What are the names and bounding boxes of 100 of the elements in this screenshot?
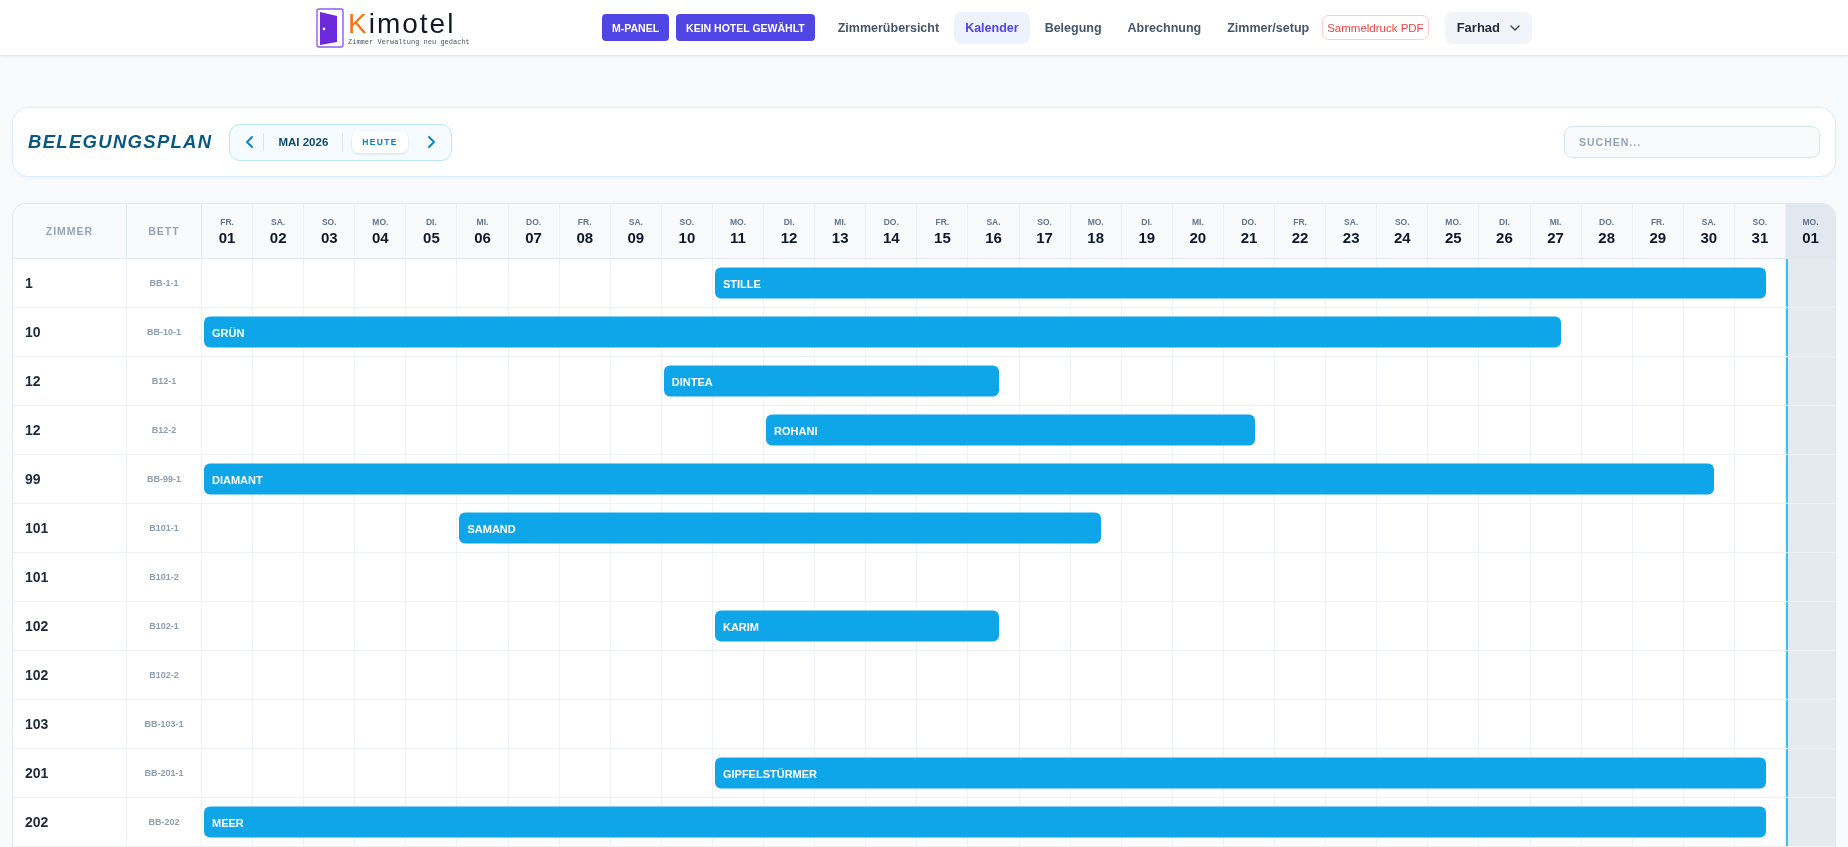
weekday-label: DI.	[783, 216, 795, 227]
day-number: 28	[1598, 228, 1615, 246]
day-number: 05	[423, 228, 440, 246]
weekday-label: MO.	[1445, 216, 1462, 227]
weekday-label: DI.	[1141, 216, 1153, 227]
day-number: 07	[525, 228, 542, 246]
day-number: 27	[1547, 228, 1564, 246]
weekday-label: SO.	[1394, 216, 1410, 227]
bed-label: B101-2	[149, 572, 179, 582]
weekday-label: SO.	[1752, 216, 1768, 227]
bed-label: BB-10-1	[147, 327, 181, 337]
bed-label: B102-1	[149, 621, 179, 631]
room-number: 102	[25, 667, 49, 683]
booking-bar[interactable]: DIAMANT	[204, 463, 1715, 495]
day-number: 31	[1751, 228, 1769, 246]
day-number: 21	[1240, 228, 1258, 246]
day-number: 30	[1700, 228, 1718, 246]
room-number: 101	[25, 569, 49, 585]
day-number: 26	[1496, 228, 1513, 246]
weekday-label: DO.	[883, 216, 899, 227]
weekday-label: MI.	[834, 216, 847, 227]
day-number: 22	[1291, 228, 1309, 246]
weekday-label: SO.	[1037, 216, 1052, 227]
search-field[interactable]: SUCHEN...	[1564, 126, 1820, 158]
weekday-label: SA.	[1344, 216, 1359, 227]
weekday-label: MO.	[1087, 216, 1104, 227]
weekday-label: DI.	[426, 216, 437, 227]
bed-label: BB-103-1	[144, 719, 184, 729]
day-number: 19	[1138, 228, 1156, 246]
day-number: 08	[576, 228, 594, 246]
weekday-label: MO.	[1802, 216, 1819, 227]
booking-bar[interactable]: DINTEA	[663, 365, 1000, 397]
room-number: 1	[25, 275, 33, 291]
day-number: 10	[678, 228, 696, 246]
header-button[interactable]: M-PANEL	[602, 14, 670, 41]
weekday-label: SA.	[271, 216, 286, 227]
day-number: 23	[1342, 228, 1360, 246]
room-number: 103	[25, 716, 49, 732]
weekday-label: MO.	[729, 216, 747, 227]
bed-label: B12-1	[151, 376, 177, 386]
booking-bar[interactable]: KARIM	[714, 610, 1000, 642]
weekday-label: SA.	[986, 216, 1001, 227]
column-header: BETT	[148, 225, 180, 237]
room-number: 202	[25, 814, 49, 830]
weekday-label: MI.	[476, 216, 489, 227]
booking-bar[interactable]: MEER	[204, 806, 1766, 838]
booking-bar[interactable]: ROHANI	[766, 414, 1255, 446]
weekday-label: FR.	[935, 216, 950, 227]
room-number: 12	[25, 422, 41, 438]
day-number: 13	[831, 228, 849, 246]
today-button[interactable]: HEUTE	[352, 131, 408, 153]
room-number: 10	[25, 324, 41, 340]
day-number: 02	[269, 228, 287, 246]
bed-label: B12-2	[151, 425, 177, 435]
nav-tab[interactable]: Belegung	[1033, 11, 1113, 44]
day-number: 01	[1802, 228, 1819, 246]
day-number: 06	[474, 228, 491, 246]
booking-bar[interactable]: SAMAND	[459, 512, 1102, 544]
room-number: 102	[25, 618, 49, 634]
room-number: 99	[25, 471, 41, 487]
day-number: 24	[1393, 228, 1411, 246]
bed-label: BB-201-1	[144, 768, 184, 778]
day-number: 09	[627, 228, 645, 246]
weekday-label: SO.	[679, 216, 695, 227]
door-icon	[316, 7, 344, 48]
day-number: 14	[882, 228, 900, 246]
weekday-label: MO.	[372, 216, 389, 227]
bed-label: B102-2	[149, 670, 179, 680]
weekday-label: FR.	[577, 216, 592, 227]
weekday-label: MI.	[1191, 216, 1204, 227]
weekday-label: SA.	[1701, 216, 1716, 227]
user-menu-button[interactable]: Farhad	[1444, 11, 1532, 44]
bed-label: BB-202	[148, 817, 180, 827]
day-number: 17	[1036, 228, 1053, 246]
header-button[interactable]: KEIN HOTEL GEWÄHLT	[676, 14, 815, 41]
day-number: 20	[1189, 228, 1207, 246]
nav-tab[interactable]: Zimmerübersicht	[826, 11, 951, 44]
booking-bar[interactable]: GRÜN	[204, 316, 1562, 348]
weekday-label: SA.	[628, 216, 643, 227]
weekday-label: DO.	[526, 216, 542, 227]
room-number: 201	[25, 765, 49, 781]
bed-label: BB-1-1	[149, 278, 179, 288]
print-pdf-button[interactable]: Sammeldruck PDF	[1322, 15, 1429, 40]
booking-bar[interactable]: GIPFELSTÜRMER	[714, 757, 1766, 789]
chevron-left-icon	[246, 136, 254, 148]
day-number: 29	[1649, 228, 1667, 246]
nav-tab[interactable]: Abrechnung	[1116, 11, 1213, 44]
day-number: 25	[1445, 228, 1462, 246]
nav-tab[interactable]: Zimmer/setup	[1216, 11, 1321, 44]
chevron-right-icon	[427, 136, 435, 148]
nav-tab[interactable]: Kalender	[954, 11, 1030, 44]
weekday-label: MI.	[1549, 216, 1562, 227]
booking-bar[interactable]: STILLE	[714, 267, 1766, 299]
day-number: 18	[1087, 228, 1105, 246]
column-header: ZIMMER	[45, 225, 94, 237]
day-number: 03	[320, 228, 338, 246]
page-title: BELEGUNGSPLAN	[28, 131, 213, 153]
day-number: 11	[730, 228, 746, 246]
day-number: 12	[780, 228, 798, 246]
bed-label: BB-99-1	[147, 474, 181, 484]
